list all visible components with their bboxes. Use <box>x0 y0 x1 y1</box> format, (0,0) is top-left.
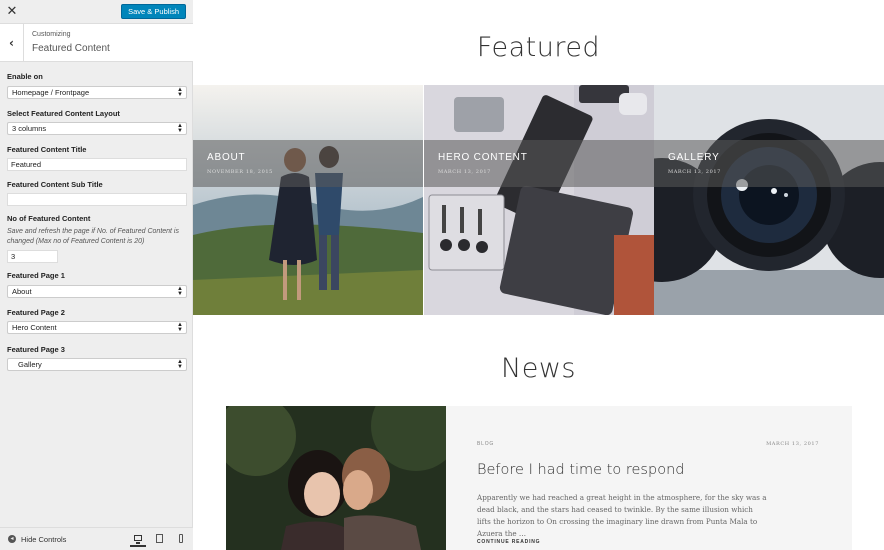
mobile-icon[interactable] <box>173 532 189 547</box>
featured-item-gallery[interactable]: GALLERY MARCH 13, 2017 <box>654 85 884 315</box>
layout-select[interactable]: 3 columns ▲ ▼ <box>7 122 187 135</box>
news-post-card: BLOG MARCH 13, 2017 Before I had time to… <box>446 406 852 550</box>
featured-item-about[interactable]: ABOUT NOVEMBER 18, 2015 <box>193 85 423 315</box>
hide-controls-button[interactable]: Hide Controls <box>21 535 66 544</box>
post-excerpt: Apparently we had reached a great height… <box>477 493 767 538</box>
back-chevron-icon[interactable]: ‹ <box>0 24 24 62</box>
page2-value: Hero Content <box>12 323 57 332</box>
sidebar-footer: ◂ Hide Controls <box>0 527 193 550</box>
featured-date: NOVEMBER 18, 2015 <box>207 169 273 175</box>
page3-value: Gallery <box>18 360 42 369</box>
featured-caption: HERO CONTENT MARCH 13, 2017 <box>424 140 654 187</box>
customizer-sidebar: ✕ Save & Publish ‹ Customizing Featured … <box>0 0 193 550</box>
collapse-arrow-icon[interactable]: ◂ <box>8 535 16 543</box>
featured-caption: GALLERY MARCH 13, 2017 <box>654 140 884 187</box>
featured-title[interactable]: GALLERY <box>668 152 720 163</box>
post-category[interactable]: BLOG <box>477 441 494 447</box>
couple-photo <box>226 406 446 550</box>
close-icon[interactable]: ✕ <box>0 0 24 24</box>
featured-heading: Featured <box>476 32 601 63</box>
continue-reading-link[interactable]: CONTINUE READING <box>477 539 540 545</box>
count-label: No of Featured Content <box>7 214 91 223</box>
page2-select[interactable]: Hero Content ▲ ▼ <box>7 321 187 334</box>
page1-label: Featured Page 1 <box>7 271 65 280</box>
select-arrows-icon: ▲ ▼ <box>177 87 183 98</box>
featured-image-camera-lens <box>654 85 884 315</box>
count-description: Save and refresh the page if No. of Feat… <box>7 228 179 245</box>
enable-on-select[interactable]: Homepage / Frontpage ▲ ▼ <box>7 86 187 99</box>
page1-value: About <box>12 287 32 296</box>
page2-label: Featured Page 2 <box>7 308 65 317</box>
page3-select[interactable]: Gallery ▲ ▼ <box>7 358 187 371</box>
customizing-label: Customizing <box>32 31 71 38</box>
page1-select[interactable]: About ▲ ▼ <box>7 285 187 298</box>
subtitle-label: Featured Content Sub Title <box>7 180 103 189</box>
post-title[interactable]: Before I had time to respond <box>477 462 684 478</box>
layout-value: 3 columns <box>12 124 47 133</box>
select-arrows-icon: ▲ ▼ <box>177 286 183 297</box>
title-input[interactable]: Featured <box>7 158 187 171</box>
select-arrows-icon: ▲ ▼ <box>177 322 183 333</box>
customizer-window: ✕ Save & Publish ‹ Customizing Featured … <box>0 0 884 550</box>
section-header: ‹ Customizing Featured Content <box>0 24 193 62</box>
save-publish-button[interactable]: Save & Publish <box>121 4 186 19</box>
layout-label: Select Featured Content Layout <box>7 109 120 118</box>
section-title: Featured Content <box>32 43 110 54</box>
enable-on-value: Homepage / Frontpage <box>12 88 90 97</box>
featured-caption: ABOUT NOVEMBER 18, 2015 <box>193 140 423 187</box>
page3-label: Featured Page 3 <box>7 345 65 354</box>
select-arrows-icon: ▲ ▼ <box>177 123 183 134</box>
tablet-icon[interactable] <box>152 532 168 547</box>
enable-on-label: Enable on <box>7 72 43 81</box>
site-preview: Featured ABOUT NOVEMBER 18, 2015 HERO CO… <box>193 0 884 550</box>
featured-date: MARCH 13, 2017 <box>438 169 491 175</box>
post-date: MARCH 13, 2017 <box>766 441 819 447</box>
featured-image-children <box>193 85 423 315</box>
featured-date: MARCH 13, 2017 <box>668 169 721 175</box>
news-heading: News <box>501 353 576 384</box>
news-post-image[interactable] <box>226 406 446 550</box>
subtitle-input[interactable] <box>7 193 187 206</box>
count-input[interactable]: 3 <box>7 250 58 263</box>
featured-title[interactable]: HERO CONTENT <box>438 152 528 163</box>
sidebar-header: ✕ Save & Publish <box>0 0 193 24</box>
featured-title[interactable]: ABOUT <box>207 152 245 163</box>
featured-image-gadgets <box>424 85 654 315</box>
select-arrows-icon: ▲ ▼ <box>177 359 183 370</box>
title-label: Featured Content Title <box>7 145 87 154</box>
featured-item-hero-content[interactable]: HERO CONTENT MARCH 13, 2017 <box>424 85 654 315</box>
desktop-icon[interactable] <box>130 532 146 547</box>
